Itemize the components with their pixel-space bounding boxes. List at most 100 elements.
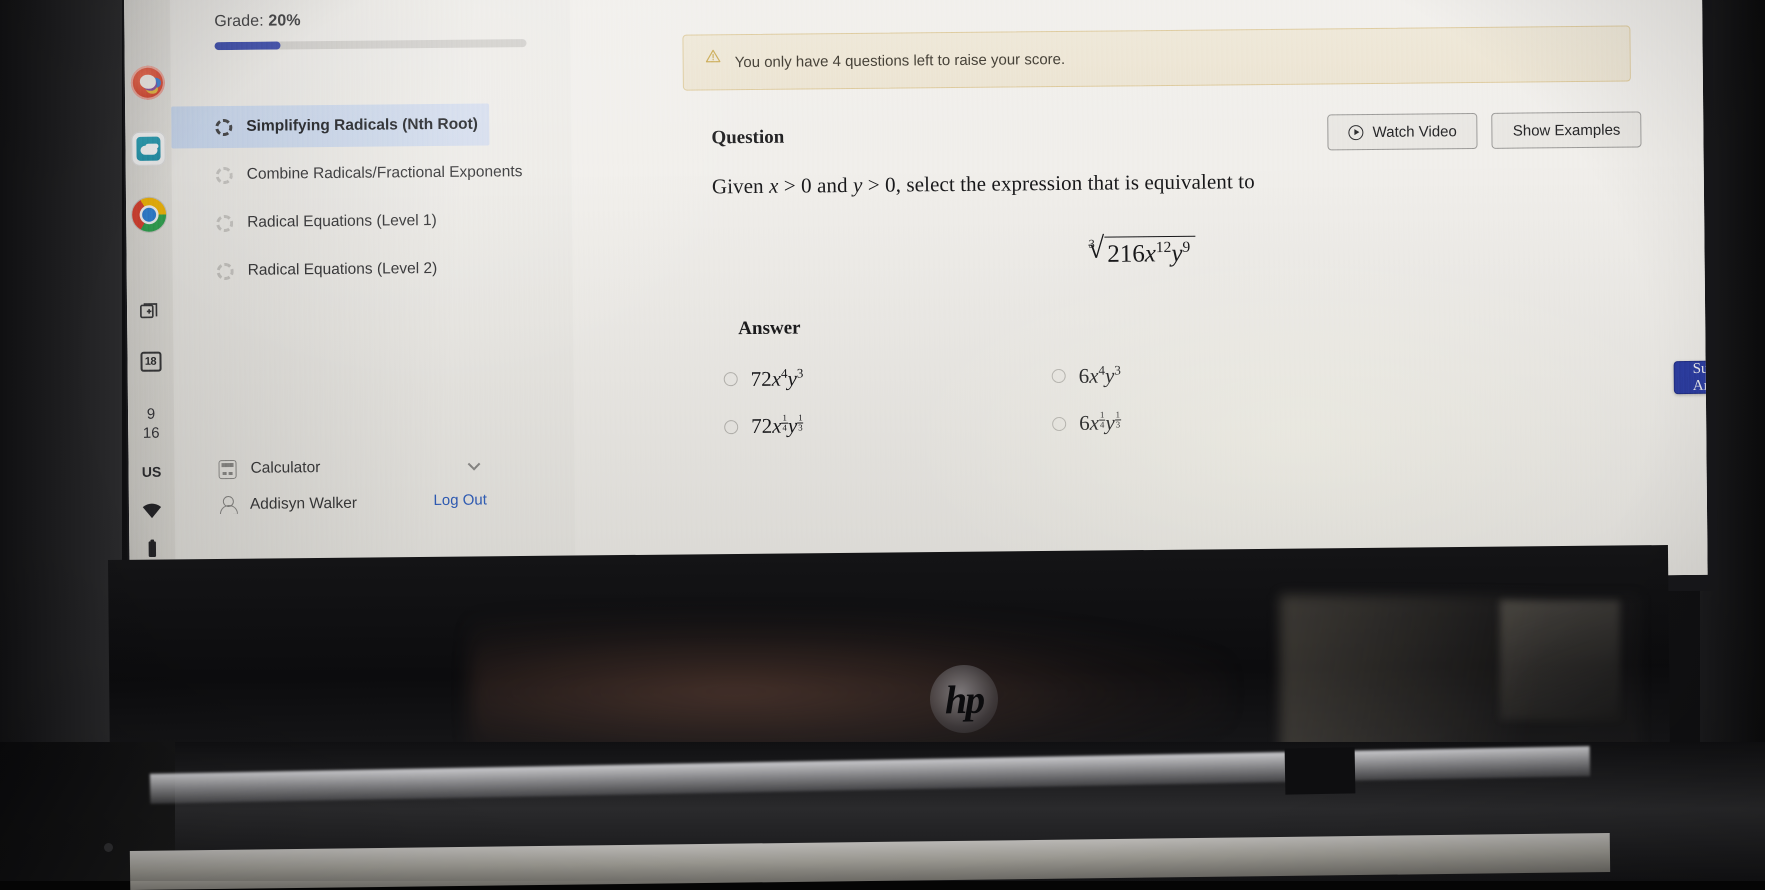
question-header: Question Watch Video Show Examples	[711, 111, 1641, 156]
sidebar-footer: Calculator Addisyn Walker Log Out	[174, 448, 575, 524]
submit-answer-button[interactable]: Submit Answer	[1674, 360, 1708, 394]
logout-link[interactable]: Log Out	[433, 492, 487, 510]
progress-spinner-icon	[215, 118, 232, 135]
user-avatar-icon	[219, 495, 236, 514]
photo-scene: 18 9 16 US	[0, 0, 1765, 881]
watch-video-label: Watch Video	[1373, 123, 1457, 141]
grade-label: Grade: 20%	[214, 10, 570, 31]
grade-prefix: Grade:	[214, 13, 264, 30]
onedrive-icon[interactable]	[131, 132, 165, 166]
grade-value: 20%	[268, 12, 300, 29]
radicand-var-x: x	[1145, 240, 1156, 267]
clock-minute: 16	[143, 425, 160, 442]
prompt-and: and	[812, 173, 854, 197]
prompt-text-1: Given	[712, 174, 769, 199]
choice-y-exponent: 3	[797, 365, 804, 380]
watch-video-button[interactable]: Watch Video	[1327, 113, 1478, 150]
answer-choice-2[interactable]: 6x4y3	[1052, 361, 1284, 389]
prompt-gt-1: > 0	[778, 173, 811, 197]
deltamath-app: Grade: 20% Simplifying Radicals (Nth Roo…	[170, 0, 1708, 590]
sidebar-item-combine-radicals[interactable]: Combine Radicals/Fractional Exponents	[172, 151, 572, 197]
prompt-gt-2: > 0	[862, 173, 895, 197]
calendar-icon[interactable]: 18	[140, 352, 161, 372]
warning-message: You only have 4 questions left to raise …	[735, 50, 1066, 70]
fraction-denominator: 4	[1099, 421, 1105, 430]
main-content: You only have 4 questions left to raise …	[570, 0, 1708, 586]
choice-expression: 72x14y13	[751, 413, 804, 439]
choice-coefficient: 6	[1079, 364, 1090, 388]
assignment-list: Simplifying Radicals (Nth Root) Combine …	[171, 103, 573, 293]
calculator-icon	[218, 459, 236, 478]
question-expression: 3 √ 216x12y9	[572, 219, 1704, 274]
os-taskbar[interactable]: 18 9 16 US	[124, 0, 176, 590]
radicand-x-exponent: 12	[1156, 239, 1172, 256]
choice-expression: 72x4y3	[751, 365, 804, 392]
choice-y-fraction-exponent: 13	[797, 414, 804, 433]
choice-expression: 6x4y3	[1079, 362, 1121, 388]
choice-coefficient: 72	[751, 367, 772, 391]
sidebar-item-radical-equations-1[interactable]: Radical Equations (Level 1)	[172, 199, 572, 245]
radio-button[interactable]	[724, 420, 738, 434]
wifi-icon[interactable]	[141, 500, 163, 522]
clock-hour: 9	[147, 406, 156, 423]
show-examples-button[interactable]: Show Examples	[1492, 111, 1642, 148]
warning-triangle-icon	[705, 55, 721, 69]
calculator-label: Calculator	[250, 459, 320, 478]
choice-x-fraction-exponent: 14	[1099, 411, 1106, 430]
progress-spinner-icon	[217, 262, 234, 279]
radical-index: 3	[1089, 237, 1095, 252]
calculator-row[interactable]: Calculator	[174, 448, 574, 488]
sidebar-item-label: Simplifying Radicals (Nth Root)	[246, 116, 478, 136]
sidebar-item-simplifying-radicals[interactable]: Simplifying Radicals (Nth Root)	[171, 103, 489, 148]
radicand-y-exponent: 9	[1182, 239, 1190, 256]
progress-spinner-icon	[216, 166, 233, 183]
prompt-text-2: , select the expression that is equivale…	[896, 169, 1255, 196]
choice-y-fraction-exponent: 13	[1115, 411, 1122, 430]
grade-progress-fill	[214, 41, 280, 50]
lcd-panel: 18 9 16 US	[124, 0, 1708, 590]
user-name: Addisyn Walker	[250, 495, 357, 514]
prompt-var-x: x	[769, 174, 779, 198]
chevron-down-icon[interactable]	[468, 458, 481, 471]
battery-icon[interactable]	[141, 538, 163, 560]
bezel-reflection-box	[1500, 600, 1620, 720]
warning-banner: You only have 4 questions left to raise …	[682, 26, 1630, 91]
answer-heading: Answer	[738, 318, 800, 341]
prompt-var-y: y	[853, 173, 863, 197]
answer-choices: 72x4y3 6x4y3 72x14y13	[724, 361, 1285, 439]
radio-button[interactable]	[724, 372, 738, 386]
choice-coefficient: 72	[751, 414, 772, 438]
show-examples-label: Show Examples	[1513, 121, 1621, 139]
answer-choice-1[interactable]: 72x4y3	[724, 364, 956, 392]
answer-choice-3[interactable]: 72x14y13	[724, 412, 956, 439]
grade-progress-track	[214, 39, 526, 50]
deck-notch	[1285, 747, 1356, 794]
question-actions: Watch Video Show Examples	[1327, 111, 1641, 150]
radical-expression: 3 √ 216x12y9	[1082, 234, 1196, 269]
radicand-coefficient: 216	[1107, 241, 1145, 268]
answer-choice-4[interactable]: 6x14y13	[1052, 409, 1284, 436]
user-row[interactable]: Addisyn Walker Log Out	[175, 484, 575, 524]
fraction-denominator: 3	[797, 424, 803, 433]
laptop-screen: 18 9 16 US	[122, 0, 1718, 606]
sidebar: Grade: 20% Simplifying Radicals (Nth Roo…	[170, 0, 576, 590]
radio-button[interactable]	[1052, 369, 1066, 383]
sidebar-item-label: Combine Radicals/Fractional Exponents	[247, 163, 523, 184]
question-prompt: Given x > 0 and y > 0, select the expres…	[712, 169, 1255, 199]
radicand-var-y: y	[1171, 240, 1182, 267]
choice-coefficient: 6	[1079, 411, 1090, 435]
choice-y-exponent: 3	[1114, 362, 1121, 377]
locale-indicator[interactable]: US	[142, 464, 162, 480]
question-heading: Question	[711, 127, 784, 150]
radicand: 216x12y9	[1104, 236, 1195, 269]
chrome-icon[interactable]	[132, 198, 166, 232]
progress-spinner-icon	[216, 214, 233, 231]
choice-x-fraction-exponent: 14	[781, 414, 788, 433]
sidebar-item-radical-equations-2[interactable]: Radical Equations (Level 2)	[172, 247, 572, 293]
choice-expression: 6x14y13	[1079, 410, 1121, 435]
sidebar-item-label: Radical Equations (Level 2)	[248, 260, 438, 280]
paint-3d-icon[interactable]	[131, 66, 165, 100]
task-view-icon[interactable]	[139, 302, 161, 324]
radio-button[interactable]	[1052, 416, 1066, 430]
fraction-denominator: 3	[1115, 421, 1121, 430]
